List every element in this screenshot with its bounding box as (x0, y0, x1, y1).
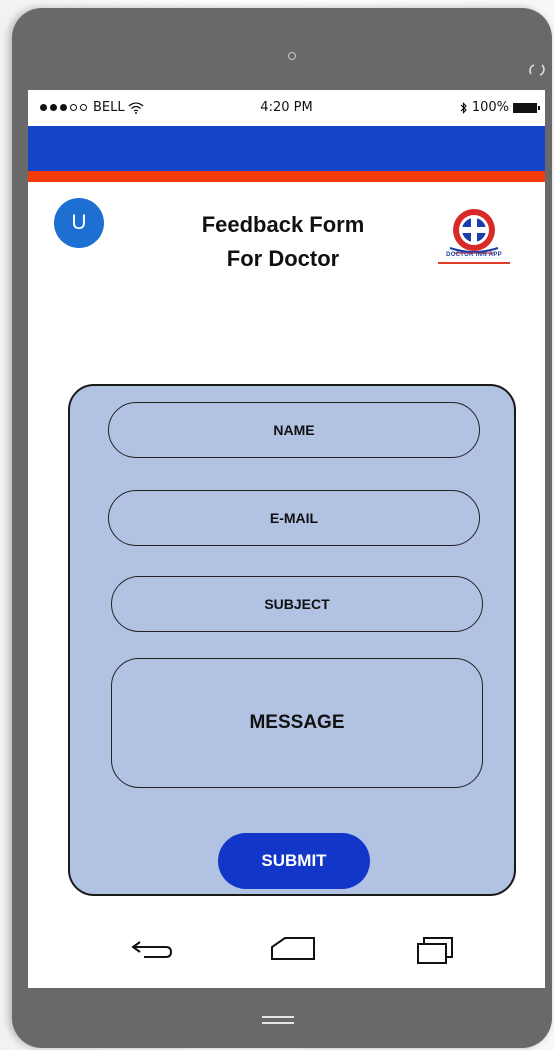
email-field[interactable]: E-MAIL (108, 490, 480, 546)
camera-icon (288, 52, 296, 60)
logo-caption: DOCTOR INN APP (446, 252, 502, 258)
app-screen: BELL 4:20 PM 100% U Feedback Form For Do… (28, 90, 545, 988)
doctor-inn-logo (449, 209, 499, 254)
recent-apps-icon[interactable] (415, 934, 455, 966)
page-title-line1: Feedback Form (201, 212, 365, 237)
rotate-icon (529, 64, 545, 76)
home-icon[interactable] (269, 936, 317, 962)
battery-status: 100% (460, 100, 540, 115)
battery-icon (513, 102, 540, 113)
message-field[interactable]: MESSAGE (111, 658, 483, 788)
menu-line (262, 1022, 294, 1024)
battery-percent: 100% (471, 100, 509, 115)
submit-button-label: SUBMIT (261, 851, 327, 870)
app-bar (28, 126, 545, 171)
name-field[interactable]: NAME (108, 402, 480, 458)
avatar-letter: U (71, 211, 87, 234)
message-field-label: MESSAGE (249, 712, 345, 733)
page-title-line2: For Doctor (226, 246, 340, 271)
bluetooth-icon (460, 101, 467, 114)
menu-line (262, 1016, 294, 1018)
submit-button[interactable]: SUBMIT (218, 833, 370, 889)
android-nav-bar (28, 910, 545, 988)
back-icon[interactable] (130, 938, 174, 960)
subject-field[interactable]: SUBJECT (111, 576, 483, 632)
email-field-label: E-MAIL (269, 510, 319, 526)
logo-underline (438, 262, 510, 264)
feedback-form: NAME E-MAIL SUBJECT MESSAGE SUBMIT (68, 384, 516, 896)
name-field-label: NAME (273, 422, 315, 438)
status-bar: BELL 4:20 PM 100% (28, 90, 545, 126)
app-bar-accent (28, 171, 545, 182)
user-avatar[interactable]: U (54, 198, 104, 248)
subject-field-label: SUBJECT (264, 596, 330, 612)
menu-icon[interactable] (262, 1016, 294, 1028)
page-title: Feedback Form For Doctor (168, 208, 398, 276)
